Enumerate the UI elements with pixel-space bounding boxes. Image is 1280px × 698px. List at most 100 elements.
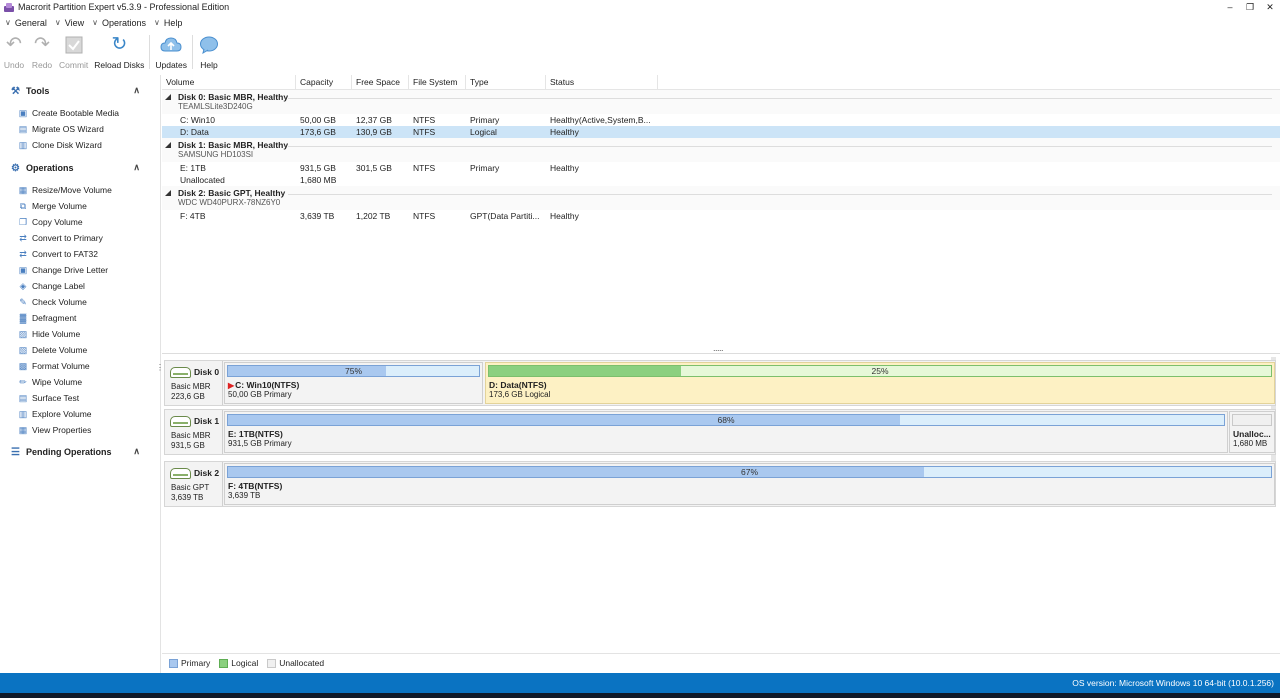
menu-operations[interactable]: ∨ Operations (92, 18, 146, 28)
disk-info[interactable]: Disk 1 Basic MBR 931,5 GB (165, 410, 223, 454)
task-wipe-volume[interactable]: ✏ Wipe Volume (0, 374, 160, 390)
disk-info[interactable]: Disk 2 Basic GPT 3,639 TB (165, 462, 223, 506)
disk-title: Disk 0: Basic MBR, Healthy (178, 92, 289, 102)
task-convert-to-primary[interactable]: ⇄ Convert to Primary (0, 230, 160, 246)
collapse-icon[interactable]: ∧ (133, 446, 140, 457)
operations-section-header[interactable]: ⚙ Operations ∧ (0, 160, 160, 176)
disk-model: WDC WD40PURX-78NZ6Y0 (178, 198, 281, 207)
task-view-properties[interactable]: ▦ View Properties (0, 422, 160, 438)
commit-button[interactable]: Commit (56, 34, 91, 72)
disk-group-header[interactable]: Disk 2: Basic GPT, Healthy WDC WD40PURX-… (162, 186, 1280, 210)
column-capacity[interactable]: Capacity (296, 75, 352, 89)
legend-label: Primary (181, 658, 211, 668)
column-file-system[interactable]: File System (409, 75, 466, 89)
column-status[interactable]: Status (546, 75, 658, 89)
partition-block[interactable]: 75% ▶C: Win10(NTFS) 50,00 GB Primary (224, 362, 483, 404)
pending-operations-header[interactable]: ☰ Pending Operations ∧ (0, 444, 160, 460)
cell-volume: Unallocated (180, 175, 225, 185)
task-copy-volume[interactable]: ❐ Copy Volume (0, 214, 160, 230)
table-row-selected[interactable]: D: Data 173,6 GB 130,9 GB NTFS Logical H… (162, 126, 1280, 138)
taskbar-strip (0, 693, 1280, 698)
cell-capacity: 3,639 TB (300, 211, 335, 221)
task-delete-volume[interactable]: ▧ Delete Volume (0, 342, 160, 358)
disk-group-header[interactable]: Disk 1: Basic MBR, Healthy SAMSUNG HD103… (162, 138, 1280, 162)
expand-triangle-icon[interactable] (165, 94, 171, 100)
task-label: Change Drive Letter (32, 265, 109, 275)
table-row[interactable]: E: 1TB 931,5 GB 301,5 GB NTFS Primary He… (162, 162, 1280, 174)
menu-general[interactable]: ∨ General (5, 18, 47, 28)
updates-button[interactable]: Updates (152, 34, 190, 72)
cell-free: 301,5 GB (356, 163, 392, 173)
task-resize-move-volume[interactable]: ▦ Resize/Move Volume (0, 182, 160, 198)
column-free-space[interactable]: Free Space (352, 75, 409, 89)
disk-card[interactable]: Disk 2 Basic GPT 3,639 TB 67% F: 4TB(NTF… (164, 461, 1276, 507)
table-row[interactable]: F: 4TB 3,639 TB 1,202 TB NTFS GPT(Data P… (162, 210, 1280, 222)
task-label: Copy Volume (32, 217, 83, 227)
cell-fs: NTFS (413, 163, 436, 173)
expand-triangle-icon[interactable] (165, 190, 171, 196)
title-bar: Macrorit Partition Expert v5.3.9 - Profe… (0, 0, 1280, 14)
task-create-bootable-media[interactable]: ▣ Create Bootable Media (0, 105, 160, 121)
restore-button[interactable]: ❐ (1240, 0, 1260, 14)
partition-block[interactable]: 68% E: 1TB(NTFS) 931,5 GB Primary (224, 411, 1228, 453)
convert-icon: ⇄ (19, 232, 27, 243)
table-row[interactable]: Unallocated 1,680 MB (162, 174, 1280, 186)
cell-fs: NTFS (413, 127, 436, 137)
divider (288, 146, 1272, 147)
legend-unallocated: Unallocated (267, 658, 324, 668)
collapse-icon[interactable]: ∧ (133, 162, 140, 173)
task-change-drive-letter[interactable]: ▣ Change Drive Letter (0, 262, 160, 278)
task-label: Merge Volume (32, 201, 87, 211)
column-volume[interactable]: Volume (162, 75, 296, 89)
help-button[interactable]: Help (195, 34, 223, 72)
bootable-media-icon: ▣ (18, 107, 28, 118)
disk-card[interactable]: Disk 1 Basic MBR 931,5 GB 68% E: 1TB(NTF… (164, 409, 1276, 455)
disk-type: Basic MBR (171, 431, 211, 440)
chevron-down-icon: ∨ (92, 18, 98, 27)
task-surface-test[interactable]: ▤ Surface Test (0, 390, 160, 406)
partition-desc: 3,639 TB (228, 491, 261, 500)
merge-icon: ⧉ (19, 200, 27, 211)
redo-button[interactable]: ↷ Redo (28, 34, 56, 72)
unallocated-block[interactable]: Unalloc... 1,680 MB (1229, 411, 1275, 453)
collapse-icon[interactable]: ∧ (133, 85, 140, 96)
task-check-volume[interactable]: ✎ Check Volume (0, 294, 160, 310)
legend-logical: Logical (219, 658, 258, 668)
task-defragment[interactable]: ▓ Defragment (0, 310, 160, 326)
task-convert-to-fat32[interactable]: ⇄ Convert to FAT32 (0, 246, 160, 262)
convert-fat32-icon: ⇄ (19, 248, 27, 259)
task-migrate-os-wizard[interactable]: ▤ Migrate OS Wizard (0, 121, 160, 137)
expand-triangle-icon[interactable] (165, 142, 171, 148)
menu-general-label: General (14, 17, 47, 28)
legend-label: Logical (231, 658, 259, 668)
task-merge-volume[interactable]: ⧉ Merge Volume (0, 198, 160, 214)
task-hide-volume[interactable]: ▨ Hide Volume (0, 326, 160, 342)
menu-help[interactable]: ∨ Help (154, 18, 182, 28)
table-row[interactable]: C: Win10 50,00 GB 12,37 GB NTFS Primary … (162, 114, 1280, 126)
disk-group-header[interactable]: Disk 0: Basic MBR, Healthy TEAMLSLite3D2… (162, 90, 1280, 114)
partition-block-selected[interactable]: 25% D: Data(NTFS) 173,6 GB Logical (485, 362, 1275, 404)
legend-swatch (267, 658, 277, 668)
partition-block[interactable]: 67% F: 4TB(NTFS) 3,639 TB (224, 463, 1275, 505)
cell-capacity: 1,680 MB (300, 175, 337, 185)
pane-splitter-grip[interactable]: ..... (713, 343, 724, 353)
task-clone-disk-wizard[interactable]: ▥ Clone Disk Wizard (0, 137, 160, 153)
task-label: View Properties (32, 425, 92, 435)
disk-info[interactable]: Disk 0 Basic MBR 223,6 GB (165, 361, 223, 405)
minimize-button[interactable]: – (1220, 0, 1240, 14)
hard-disk-icon (170, 416, 191, 427)
undo-button[interactable]: ↶ Undo (0, 34, 28, 72)
task-format-volume[interactable]: ▩ Format Volume (0, 358, 160, 374)
disk-model: TEAMLSLite3D240G (178, 102, 253, 111)
tools-section-header[interactable]: ⚒ Tools ∧ (0, 83, 160, 99)
menu-bar: ∨ General ∨ View ∨ Operations ∨ Help (0, 15, 1280, 30)
task-change-label[interactable]: ◈ Change Label (0, 278, 160, 294)
task-explore-volume[interactable]: ▥ Explore Volume (0, 406, 160, 422)
column-type[interactable]: Type (466, 75, 546, 89)
disk-card[interactable]: Disk 0 Basic MBR 223,6 GB 75% ▶C: Win10(… (164, 360, 1276, 406)
task-label: Create Bootable Media (32, 108, 119, 118)
close-button[interactable]: ✕ (1260, 0, 1280, 14)
menu-view[interactable]: ∨ View (55, 18, 84, 28)
wipe-icon: ✏ (19, 376, 27, 387)
reload-disks-button[interactable]: ↻ Reload Disks (91, 34, 147, 72)
